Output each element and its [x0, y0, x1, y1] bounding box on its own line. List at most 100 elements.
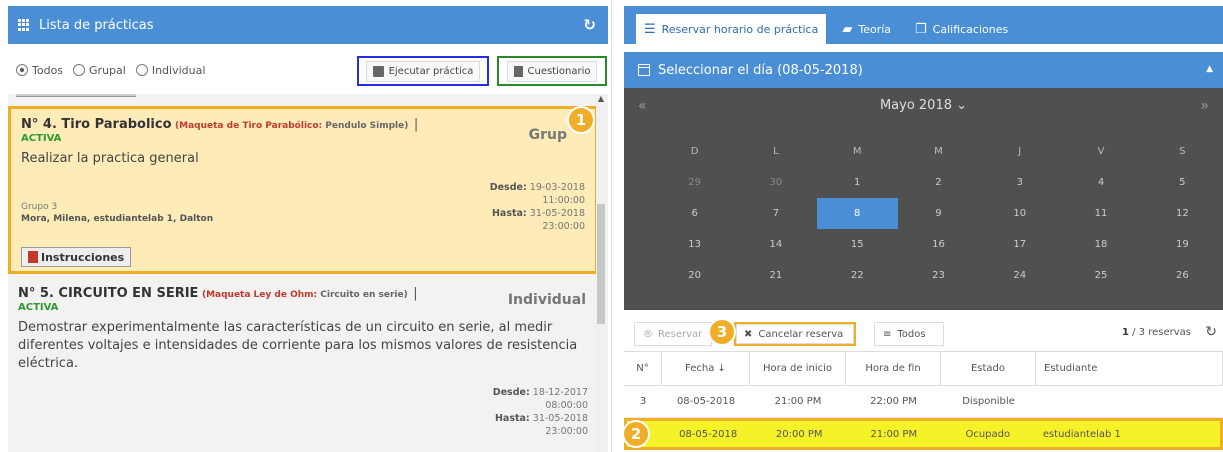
weekday-label: S [1179, 146, 1186, 157]
tab-grades[interactable]: ❐ Calificaciones [907, 14, 1016, 44]
column-header[interactable]: Hora de fin [846, 351, 941, 386]
calendar-day[interactable]: 12 [1142, 198, 1223, 229]
collapse-icon[interactable]: ▲ [1206, 64, 1213, 74]
calendar-day[interactable]: 29 [654, 167, 735, 198]
kit-label: (Maqueta de Tiro Parabólico: Pendulo Sim… [175, 121, 409, 131]
menu-icon: ≡ [883, 328, 892, 340]
calendar-day[interactable]: 18 [1060, 229, 1141, 260]
weekday-label: D [690, 146, 699, 157]
calendar-day[interactable]: 17 [979, 229, 1060, 260]
filter-todos[interactable]: Todos [16, 64, 63, 77]
radio-icon[interactable] [73, 64, 86, 76]
scrollbar-thumb[interactable] [597, 204, 605, 324]
calendar-day-selected[interactable]: 8 [816, 198, 898, 229]
radio-icon[interactable] [135, 64, 148, 76]
step-badge-3: 3 [708, 318, 736, 346]
column-header[interactable]: Fecha ↓ [662, 351, 750, 386]
calendar-day[interactable]: 15 [817, 229, 898, 260]
calendar-day[interactable]: 3 [979, 167, 1060, 198]
select-day-header[interactable]: Seleccionar el día (08-05-2018) ▲ [624, 52, 1223, 88]
column-header[interactable]: N° [624, 351, 662, 386]
calendar-day[interactable]: 26 [1142, 260, 1223, 291]
calendar-day[interactable]: 10 [979, 198, 1060, 229]
list-grid-icon [18, 19, 31, 31]
practice-list-header: Lista de prácticas ↻ [8, 6, 608, 44]
table-row[interactable]: 3 08-05-2018 21:00 PM 22:00 PM Disponibl… [624, 386, 1223, 418]
tab-bar: ☰ Reservar horario de práctica ▰ Teoría ❐ C… [624, 6, 1223, 44]
refresh-icon[interactable]: ↻ [583, 16, 596, 34]
calendar-day[interactable]: 5 [1142, 167, 1223, 198]
calendar-day[interactable]: 13 [654, 229, 735, 260]
separator: | [413, 286, 418, 301]
separator: | [413, 117, 419, 132]
week-row: 6 7 8 9 10 11 12 [654, 198, 1223, 229]
filter-individual[interactable]: Individual [135, 64, 205, 77]
calendar-day[interactable]: 9 [898, 198, 979, 229]
scrollbar[interactable]: ▲ [596, 94, 606, 452]
calendar-day[interactable]: 1 [817, 167, 898, 198]
calendar-day[interactable]: 14 [735, 229, 816, 260]
panel-title: Lista de prácticas [39, 17, 154, 33]
weekday-header-row: D L M M J V S [654, 136, 1223, 167]
calendar-day[interactable]: 23 [898, 260, 979, 291]
filter-grupal[interactable]: Grupal [73, 64, 126, 77]
calendar-day[interactable]: 7 [735, 198, 816, 229]
calendar-icon [638, 64, 650, 76]
divider [16, 94, 136, 97]
date-range: Desde: 19-03-2018 11:00:00 Hasta: 31-05-… [489, 182, 585, 232]
practice-card-selected[interactable]: N° 4. Tiro Parabolico (Maqueta de Tiro P… [8, 106, 598, 274]
reserve-button[interactable]: ® Reservar [634, 322, 712, 346]
instructions-button[interactable]: Instrucciones [21, 247, 132, 267]
weekday-label: M [852, 146, 862, 157]
calendar-day[interactable]: 16 [898, 229, 979, 260]
chevron-down-icon: ⌄ [956, 98, 968, 113]
weekday-label: M [934, 146, 943, 157]
next-month-icon[interactable]: » [1200, 98, 1209, 114]
month-selector[interactable]: Mayo 2018 ⌄ [624, 98, 1223, 113]
group-info: Grupo 3 Mora, Milena, estudiantelab 1, D… [21, 202, 214, 224]
practice-type: Individual [507, 292, 586, 308]
week-row: 29 30 1 2 3 4 5 [654, 167, 1223, 198]
table-row-selected[interactable]: 08-05-2018 20:00 PM 21:00 PM Ocupado est… [624, 418, 1223, 450]
execute-practice-button[interactable]: Ejecutar práctica [357, 56, 489, 86]
calendar-day[interactable]: 21 [735, 260, 816, 291]
calendar-day[interactable]: 25 [1060, 260, 1141, 291]
practice-description: Demostrar experimentalmente las caracter… [18, 320, 578, 371]
calendar-day[interactable]: 19 [1142, 229, 1223, 260]
calendar-day[interactable]: 11 [1060, 198, 1141, 229]
refresh-icon[interactable]: ↻ [1205, 324, 1217, 340]
status-badge: ACTIVA [21, 133, 62, 144]
save-icon [372, 65, 384, 77]
tab-theory[interactable]: ▰ Teoría [834, 14, 899, 44]
week-row: 13 14 15 16 17 18 19 [654, 229, 1223, 260]
calendar-day[interactable]: 4 [1060, 167, 1141, 198]
reservation-count: 1 / 3 reservas [1121, 327, 1191, 338]
practice-title: N° 5. CIRCUITO EN SERIE [18, 286, 199, 301]
scroll-up-icon[interactable]: ▲ [596, 94, 606, 103]
column-header[interactable]: Hora de inicio [750, 351, 846, 386]
show-all-button[interactable]: ≡ Todos [874, 322, 944, 346]
reservations-table: N° Fecha ↓ Hora de inicio Hora de fin Es… [624, 351, 1223, 450]
tab-reserve[interactable]: ☰ Reservar horario de práctica [636, 14, 827, 44]
quiz-button[interactable]: Cuestionario [497, 56, 607, 86]
column-header[interactable]: Estudiante [1036, 351, 1223, 386]
calendar-day[interactable]: 22 [817, 260, 898, 291]
list-icon: ☰ [644, 21, 656, 37]
column-header[interactable]: Estado [941, 351, 1036, 386]
practice-card[interactable]: N° 5. CIRCUITO EN SERIE (Maqueta Ley de … [8, 278, 598, 452]
copy-icon: ❐ [915, 21, 927, 37]
kit-label: (Maqueta Ley de Ohm: Circuito en serie) [201, 290, 408, 300]
radio-checked-icon[interactable] [16, 64, 28, 76]
status-badge: ACTIVA [18, 302, 59, 313]
practice-list-panel: Lista de prácticas ↻ Todos Grupal Indivi… [0, 0, 612, 452]
calendar-day[interactable]: 24 [979, 260, 1060, 291]
calendar-day[interactable]: 20 [654, 260, 735, 291]
calendar-day[interactable]: 30 [735, 167, 816, 198]
practice-description: Realizar la practica general [21, 151, 199, 166]
cancel-reservation-button[interactable]: ✖ Cancelar reserva [734, 322, 856, 346]
calendar-nav: « Mayo 2018 ⌄ » [624, 88, 1223, 124]
book-icon: ▰ [842, 21, 853, 37]
calendar-day[interactable]: 6 [654, 198, 735, 229]
calendar-day[interactable]: 2 [898, 167, 979, 198]
date-range: Desde: 18-12-2017 08:00:00 Hasta: 31-05-… [492, 387, 588, 437]
